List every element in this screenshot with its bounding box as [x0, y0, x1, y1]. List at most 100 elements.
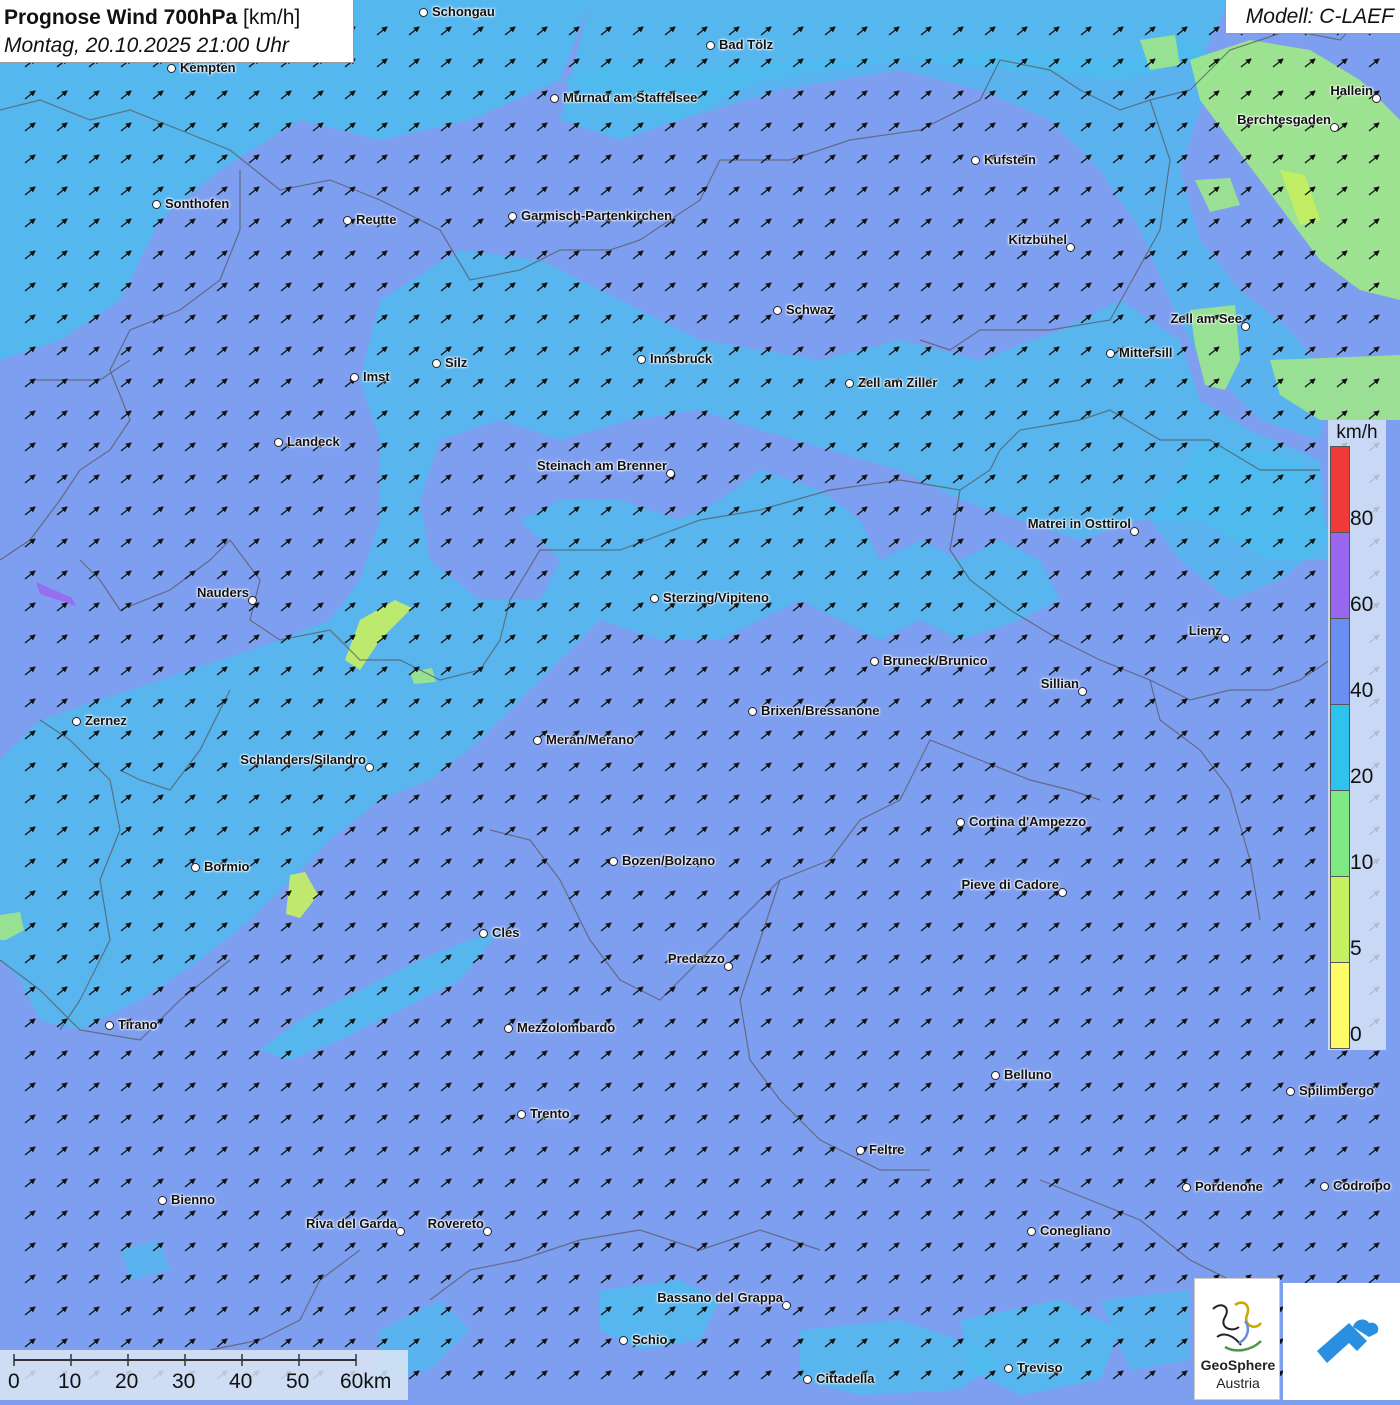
city-label: Bozen/Bolzano	[622, 853, 716, 868]
city-marker	[1066, 243, 1075, 252]
city-label: Mittersill	[1119, 345, 1173, 360]
legend-swatch	[1330, 618, 1350, 705]
legend-tick-label: 10	[1350, 851, 1374, 874]
app-cloud-icon	[1317, 1319, 1379, 1363]
city-label: Predazzo	[667, 951, 725, 966]
city-marker	[619, 1336, 628, 1345]
map-subtitle: Montag, 20.10.2025 21:00 Uhr	[4, 34, 289, 57]
legend-tick-label: 5	[1350, 937, 1362, 960]
city-marker	[856, 1146, 865, 1155]
scale-label: 30	[172, 1370, 196, 1393]
legend-unit: km/h	[1336, 422, 1378, 443]
city-label: Trento	[530, 1106, 570, 1121]
app-logo	[1283, 1283, 1400, 1400]
city-marker	[1330, 123, 1339, 132]
city-label: Sonthofen	[165, 196, 230, 211]
scale-label: 50	[286, 1370, 310, 1393]
map-title: Prognose Wind 700hPa [km/h]	[4, 6, 300, 30]
city-marker	[343, 216, 352, 225]
city-marker	[803, 1375, 812, 1384]
city-marker	[1372, 94, 1381, 103]
scale-label: 20	[115, 1370, 139, 1393]
legend-swatch	[1330, 704, 1350, 791]
city-marker	[396, 1227, 405, 1236]
geosphere-emblem-icon	[1212, 1301, 1262, 1352]
city-label: Innsbruck	[650, 351, 713, 366]
city-marker	[991, 1071, 1000, 1080]
city-label: Murnau am Staffelsee	[563, 90, 698, 105]
city-label: Berchtesgaden	[1237, 112, 1331, 127]
legend-tick-label: 0	[1350, 1023, 1362, 1046]
city-marker	[517, 1110, 526, 1119]
city-marker	[706, 41, 715, 50]
city-label: Schongau	[432, 4, 495, 19]
city-label: Conegliano	[1040, 1223, 1111, 1238]
legend-tick-label: 60	[1350, 593, 1374, 616]
city-label: Bad Tölz	[719, 37, 774, 52]
city-marker	[483, 1227, 492, 1236]
scale-label: 40	[229, 1370, 253, 1393]
city-marker	[1241, 322, 1250, 331]
city-label: Cortina d'Ampezzo	[969, 814, 1087, 829]
legend-swatch	[1330, 446, 1350, 533]
legend-swatch	[1330, 876, 1350, 963]
city-marker	[870, 657, 879, 666]
city-label: Tirano	[118, 1017, 158, 1032]
city-label: Riva del Garda	[305, 1216, 397, 1231]
city-marker	[1130, 527, 1139, 536]
city-marker	[504, 1024, 513, 1033]
city-label: Meran/Merano	[546, 732, 635, 747]
city-label: Zell am See	[1170, 311, 1242, 326]
city-marker	[365, 763, 374, 772]
legend-tick-label: 80	[1350, 507, 1374, 530]
city-marker	[152, 200, 161, 209]
city-marker	[550, 94, 559, 103]
city-label: Belluno	[1004, 1067, 1052, 1082]
city-label: Bruneck/Brunico	[883, 653, 988, 668]
city-marker	[748, 707, 757, 716]
logo-name: GeoSphere	[1200, 1357, 1276, 1373]
city-label: Landeck	[287, 434, 340, 449]
city-marker	[350, 373, 359, 382]
city-label: Lienz	[1188, 623, 1222, 638]
city-marker	[432, 359, 441, 368]
city-label: Rovereto	[427, 1216, 484, 1231]
city-marker	[609, 857, 618, 866]
city-label: Schlanders/Silandro	[240, 752, 366, 767]
model-label: Modell: C-LAEF	[1225, 0, 1400, 34]
city-marker	[1058, 888, 1067, 897]
city-label: Kitzbühel	[1008, 232, 1068, 247]
legend-swatch	[1330, 790, 1350, 877]
scale-label: 0	[8, 1370, 20, 1393]
city-marker	[533, 736, 542, 745]
map-title-main: Prognose Wind 700hPa	[4, 6, 238, 29]
city-label: Bassano del Grappa	[657, 1290, 783, 1305]
city-label: Mezzolombardo	[517, 1020, 616, 1035]
city-marker	[956, 818, 965, 827]
city-marker	[1182, 1183, 1191, 1192]
title-panel: Prognose Wind 700hPa [km/h] Montag, 20.1…	[0, 0, 354, 63]
city-marker	[650, 594, 659, 603]
legend-tick-label: 40	[1350, 679, 1374, 702]
city-marker	[1027, 1227, 1036, 1236]
city-label: Cittadella	[816, 1371, 875, 1386]
city-label: Garmisch-Partenkirchen	[521, 208, 673, 223]
city-label: Bienno	[171, 1192, 216, 1207]
city-marker	[248, 596, 257, 605]
city-label: Zell am Ziller	[858, 375, 938, 390]
legend-swatch	[1330, 962, 1350, 1049]
city-label: Matrei in Osttirol	[1027, 516, 1131, 531]
city-label: Schwaz	[786, 302, 834, 317]
city-label: Codroipo	[1333, 1178, 1391, 1193]
city-marker	[479, 929, 488, 938]
city-marker	[1106, 349, 1115, 358]
city-marker	[158, 1196, 167, 1205]
city-marker	[1320, 1182, 1329, 1191]
city-marker	[666, 469, 675, 478]
city-label: Brixen/Bressanone	[761, 703, 880, 718]
map-title-unit: [km/h]	[243, 6, 301, 29]
city-label: Sillian	[1040, 676, 1079, 691]
city-marker	[508, 212, 517, 221]
city-marker	[724, 962, 733, 971]
logo-sub: Austria	[1216, 1375, 1260, 1391]
